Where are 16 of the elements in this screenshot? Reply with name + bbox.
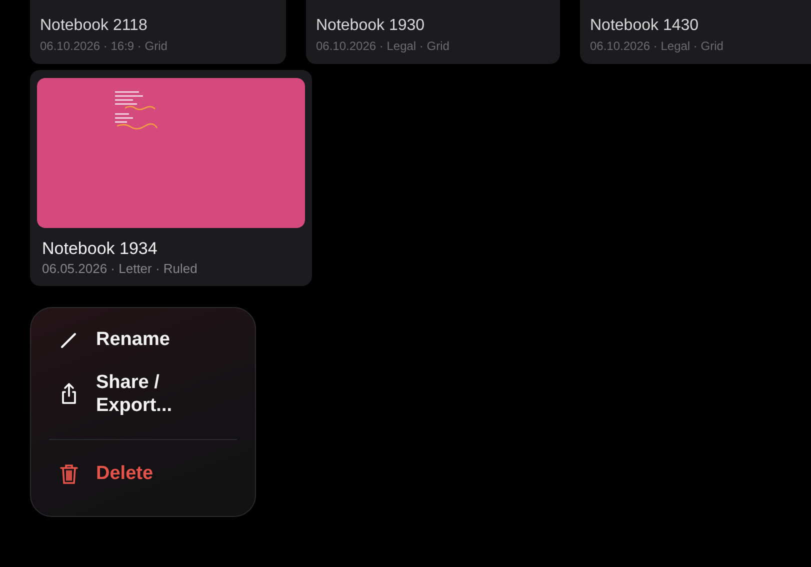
notebook-card[interactable]: Notebook 1430 06.10.2026 · Legal · Grid bbox=[580, 0, 811, 64]
notebook-title: Notebook 2118 bbox=[40, 16, 148, 36]
notebook-card[interactable]: Notebook 2118 06.10.2026 · 16:9 · Grid bbox=[30, 0, 286, 64]
notebook-meta: 06.05.2026 · Letter · Ruled bbox=[41, 261, 198, 277]
menu-item[interactable]: Rename bbox=[31, 320, 255, 359]
notebook-card[interactable]: Notebook 1930 06.10.2026 · Legal · Grid bbox=[306, 0, 560, 64]
trash-icon bbox=[58, 462, 80, 484]
notebook-meta: 06.10.2026 · Legal · Grid bbox=[316, 38, 450, 54]
notebook-card[interactable]: Notebook 1934 06.05.2026 · Letter · Ruled bbox=[30, 70, 312, 286]
notebook-title: Notebook 1430 bbox=[590, 16, 700, 36]
notebook-meta: 06.10.2026 · 16:9 · Grid bbox=[40, 38, 168, 54]
menu-item[interactable]: Delete bbox=[31, 454, 255, 493]
notebook-title: Notebook 1930 bbox=[316, 16, 426, 36]
notebook-meta: 06.10.2026 · Legal · Grid bbox=[590, 38, 724, 54]
notebook-title: Notebook 1934 bbox=[41, 239, 158, 259]
menu-item[interactable]: Share / Export... bbox=[31, 359, 255, 425]
